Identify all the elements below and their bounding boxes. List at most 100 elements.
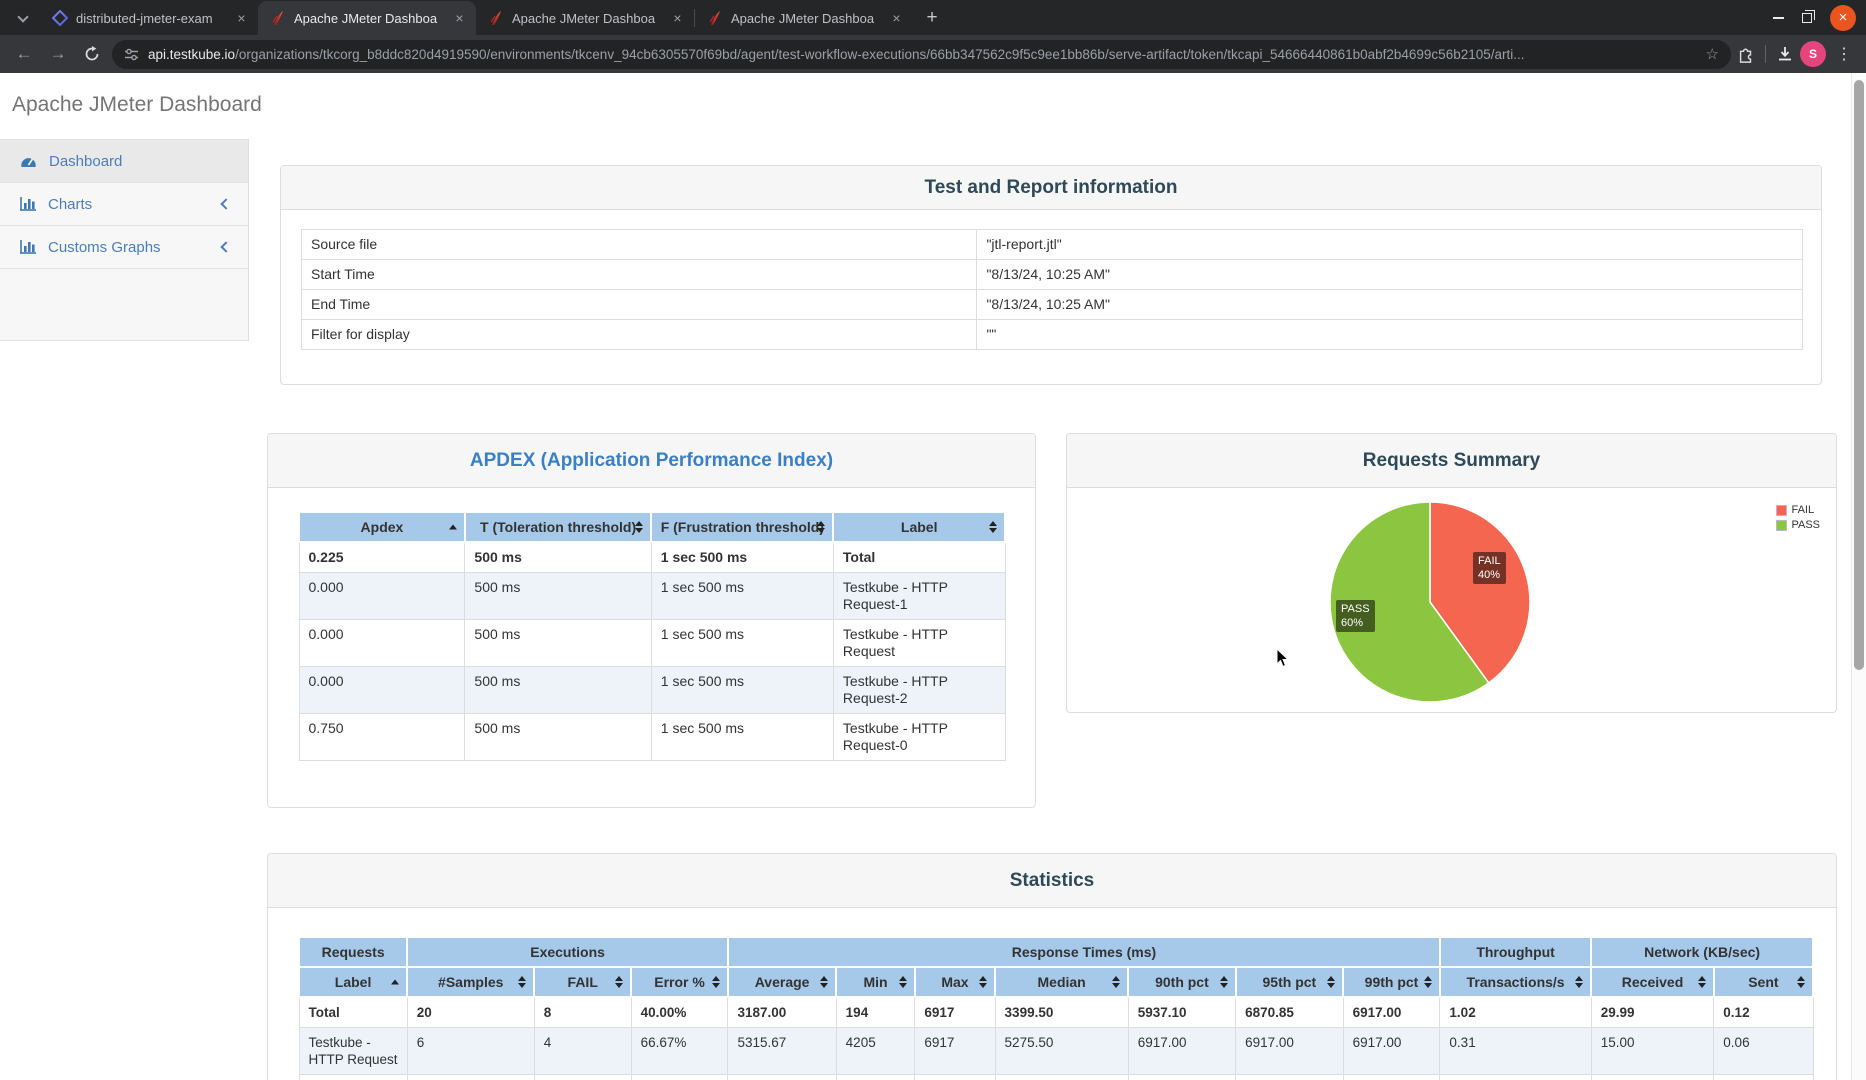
close-window-icon[interactable]: × [1830, 5, 1856, 31]
info-name: Filter for display [302, 320, 977, 350]
page-scrollbar[interactable] [1851, 73, 1866, 1080]
tab-title: distributed-jmeter-exam [76, 11, 225, 26]
chevron-left-icon [220, 198, 231, 209]
tab-jmeter-dashboard-3[interactable]: Apache JMeter Dashboa × [695, 1, 913, 35]
table-row: End Time "8/13/24, 10:25 AM" [302, 290, 1803, 320]
column-header-label[interactable]: Label [833, 512, 1005, 542]
sidebar-item-dashboard[interactable]: Dashboard [0, 140, 248, 183]
cell: 500 ms [465, 667, 651, 714]
table-row: 0.750 500 ms 1 sec 500 ms Testkube - HTT… [299, 714, 1005, 761]
column-header-samples[interactable]: #Samples [407, 967, 534, 997]
column-header-max[interactable]: Max [915, 967, 995, 997]
close-icon[interactable]: × [451, 10, 468, 27]
column-header-95pct[interactable]: 95th pct [1236, 967, 1343, 997]
tab-jmeter-dashboard-2[interactable]: Apache JMeter Dashboa × [476, 1, 694, 35]
page-title: Apache JMeter Dashboard [12, 93, 262, 117]
close-icon[interactable]: × [233, 10, 250, 27]
sidebar-item-label: Dashboard [49, 153, 234, 170]
column-header-apdex[interactable]: Apdex [299, 512, 465, 542]
column-header-frustration[interactable]: F (Frustration threshold) [651, 512, 833, 542]
screen: distributed-jmeter-exam × Apache JMeter … [0, 0, 1866, 1080]
column-header-sent[interactable]: Sent [1714, 967, 1813, 997]
test-report-info-panel: Test and Report information Source file … [280, 165, 1822, 385]
sort-icon [615, 976, 623, 988]
close-icon[interactable]: × [669, 10, 686, 27]
tab-distributed-jmeter[interactable]: distributed-jmeter-exam × [40, 1, 258, 35]
jmeter-dashboard-page: Apache JMeter Dashboard Dashboard Charts [0, 73, 1866, 1080]
column-header-median[interactable]: Median [995, 967, 1128, 997]
group-header-requests: Requests [299, 937, 407, 967]
download-icon[interactable] [1776, 45, 1794, 63]
column-header-min[interactable]: Min [836, 967, 915, 997]
panel-title: Test and Report information [925, 177, 1178, 199]
legend-item-pass[interactable]: PASS [1776, 519, 1820, 531]
cell: Testkube - HTTP Request [833, 620, 1005, 667]
new-tab-button[interactable]: + [919, 5, 945, 31]
requests-summary-pie-chart: FAIL 40% PASS 60% [1320, 492, 1540, 712]
sort-icon [1797, 976, 1805, 988]
reload-button[interactable] [78, 40, 106, 68]
column-header-average[interactable]: Average [728, 967, 836, 997]
legend-item-fail[interactable]: FAIL [1776, 504, 1820, 516]
bookmark-star-icon[interactable]: ☆ [1706, 45, 1719, 63]
url-text[interactable]: api.testkube.io/organizations/tkcorg_b8d… [148, 47, 1697, 62]
table-row: 0.000 500 ms 1 sec 500 ms Testkube - HTT… [299, 620, 1005, 667]
table-row-clipped: Testkube - HTTP Request-0 8 0 0.00% 402.… [299, 1075, 1813, 1080]
cell: 1 sec 500 ms [651, 542, 833, 573]
url-bar[interactable]: api.testkube.io/organizations/tkcorg_b8d… [112, 40, 1731, 69]
cell: 0.000 [299, 620, 465, 667]
close-icon[interactable]: × [888, 10, 905, 27]
statistics-table: Requests Executions Response Times (ms) … [298, 936, 1814, 1080]
sort-icon [635, 521, 643, 533]
info-value: "jtl-report.jtl" [977, 230, 1803, 260]
scrollbar-thumb[interactable] [1854, 80, 1864, 670]
requests-summary-panel: Requests Summary FAIL 40% PASS 60% [1066, 433, 1837, 713]
restore-window-icon[interactable] [1802, 13, 1812, 23]
url-host: api.testkube.io [148, 47, 235, 62]
panel-title: APDEX (Application Performance Index) [470, 450, 833, 472]
sidebar-item-customs-graphs[interactable]: Customs Graphs [0, 226, 248, 269]
cell: Total [833, 542, 1005, 573]
sort-icon [1698, 976, 1706, 988]
site-settings-tune-icon[interactable] [124, 47, 139, 62]
table-row: 0.225 500 ms 1 sec 500 ms Total [299, 542, 1005, 573]
apdex-table: Apdex T (Toleration threshold) F (Frustr… [298, 511, 1006, 761]
cell: 500 ms [465, 714, 651, 761]
window-controls: × [1773, 0, 1856, 35]
tab-title: Apache JMeter Dashboa [294, 11, 443, 26]
gauge-icon [20, 154, 37, 168]
chevron-down-icon [17, 11, 28, 22]
column-header-transactions[interactable]: Transactions/s [1440, 967, 1591, 997]
url-path: /organizations/tkcorg_b8ddc820d4919590/e… [235, 47, 1524, 62]
cell: 1 sec 500 ms [651, 573, 833, 620]
mouse-cursor [1276, 648, 1290, 668]
tab-jmeter-dashboard-active[interactable]: Apache JMeter Dashboa × [258, 1, 476, 35]
test-report-info-table: Source file "jtl-report.jtl" Start Time … [301, 229, 1803, 350]
tab-title: Apache JMeter Dashboa [512, 11, 661, 26]
column-header-received[interactable]: Received [1591, 967, 1714, 997]
sidebar-item-charts[interactable]: Charts [0, 183, 248, 226]
column-header-fail[interactable]: FAIL [534, 967, 631, 997]
group-header-executions: Executions [407, 937, 728, 967]
cell: 0.000 [299, 573, 465, 620]
toolbar-divider [1765, 45, 1766, 63]
sort-icon [1327, 976, 1335, 988]
column-header-toleration[interactable]: T (Toleration threshold) [465, 512, 651, 542]
column-header-90pct[interactable]: 90th pct [1128, 967, 1235, 997]
sort-icon [989, 521, 997, 533]
tab-title: Apache JMeter Dashboa [731, 11, 880, 26]
column-header-label[interactable]: Label [299, 967, 407, 997]
column-header-error[interactable]: Error % [631, 967, 728, 997]
column-header-99pct[interactable]: 99th pct [1343, 967, 1440, 997]
legend-swatch-pass [1776, 520, 1787, 531]
forward-button[interactable]: → [44, 40, 72, 68]
sort-icon [817, 521, 825, 533]
tab-search-button[interactable] [8, 4, 38, 34]
back-button[interactable]: ← [10, 40, 38, 68]
browser-menu-button[interactable]: ⋮ [1832, 44, 1856, 64]
extensions-puzzle-icon[interactable] [1737, 45, 1755, 63]
profile-avatar[interactable]: S [1800, 41, 1826, 67]
cell: 500 ms [465, 542, 651, 573]
info-value: "8/13/24, 10:25 AM" [977, 260, 1803, 290]
minimize-icon[interactable] [1773, 17, 1784, 19]
